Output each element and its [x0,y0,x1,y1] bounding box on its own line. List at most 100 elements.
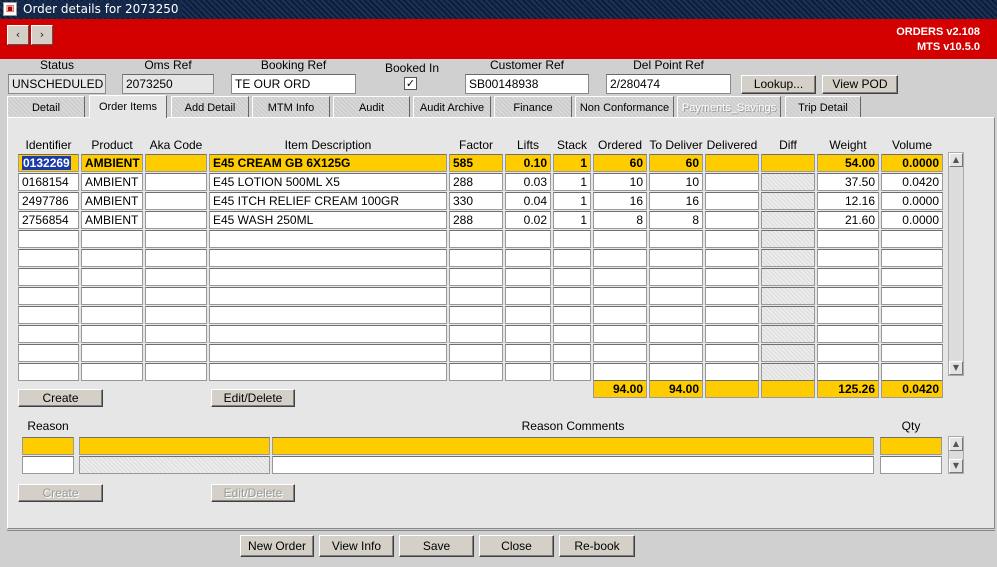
item-cell[interactable] [505,287,551,305]
item-cell[interactable]: E45 WASH 250ML [209,211,447,229]
item-cell[interactable] [553,363,591,381]
item-cell[interactable] [81,325,143,343]
item-cell[interactable] [881,306,943,324]
item-cell[interactable] [881,268,943,286]
tab-detail[interactable]: Detail [7,96,85,117]
item-cell[interactable]: 8 [649,211,703,229]
close-button[interactable]: Close [479,535,554,557]
item-cell[interactable]: E45 CREAM GB 6X125G [209,154,447,172]
item-cell[interactable] [817,344,879,362]
item-cell[interactable] [553,230,591,248]
item-cell[interactable] [145,249,207,267]
reason-qty-cell[interactable] [880,437,942,455]
item-cell[interactable] [145,306,207,324]
reason-desc-cell[interactable] [79,437,270,455]
item-cell[interactable] [145,173,207,191]
item-cell[interactable]: AMBIENT [81,173,143,191]
item-cell[interactable] [649,268,703,286]
item-cell[interactable] [705,325,759,343]
item-cell[interactable] [593,249,647,267]
item-cell[interactable]: 16 [593,192,647,210]
item-cell[interactable] [817,287,879,305]
tab-add-detail[interactable]: Add Detail [171,96,249,117]
reason-qty-cell[interactable] [880,456,942,474]
item-cell[interactable] [145,211,207,229]
del-point-ref-field[interactable]: 2/280474 [606,74,731,94]
booking-ref-field[interactable]: TE OUR ORD [231,74,356,94]
item-cell[interactable] [649,325,703,343]
item-cell[interactable]: 0.0000 [881,211,943,229]
item-cell[interactable] [705,230,759,248]
item-cell[interactable] [881,249,943,267]
item-cell[interactable] [145,154,207,172]
item-cell[interactable] [881,363,943,381]
item-cell[interactable] [593,344,647,362]
item-cell[interactable] [449,306,503,324]
item-cell[interactable]: 8 [593,211,647,229]
item-cell[interactable]: E45 ITCH RELIEF CREAM 100GR [209,192,447,210]
item-cell[interactable] [145,363,207,381]
item-cell[interactable] [761,192,815,210]
item-cell[interactable] [553,306,591,324]
item-cell[interactable] [209,306,447,324]
item-cell[interactable] [18,363,79,381]
item-cell[interactable] [553,287,591,305]
item-cell[interactable] [705,268,759,286]
item-cell[interactable] [881,230,943,248]
reason-code-cell[interactable] [22,456,74,474]
item-cell[interactable]: 60 [649,154,703,172]
rebook-button[interactable]: Re-book [559,535,635,557]
item-cell[interactable]: 0.10 [505,154,551,172]
tab-mtm-info[interactable]: MTM Info [252,96,330,117]
item-cell[interactable] [761,173,815,191]
item-cell[interactable] [649,287,703,305]
items-scrollbar[interactable]: ▲ ▼ [948,152,964,376]
item-cell[interactable] [505,363,551,381]
item-cell[interactable] [145,192,207,210]
save-button[interactable]: Save [399,535,474,557]
item-cell[interactable] [881,344,943,362]
item-cell[interactable] [209,230,447,248]
item-cell[interactable] [593,287,647,305]
item-cell[interactable] [881,325,943,343]
tab-trip-detail[interactable]: Trip Detail [785,96,861,117]
item-cell[interactable] [761,287,815,305]
item-cell[interactable] [761,268,815,286]
item-cell[interactable] [449,287,503,305]
item-cell[interactable]: 288 [449,173,503,191]
scroll-up-icon[interactable]: ▲ [949,437,963,451]
item-cell[interactable] [18,287,79,305]
item-cell[interactable]: 1 [553,154,591,172]
item-cell[interactable] [705,287,759,305]
item-cell[interactable] [761,154,815,172]
reasons-scrollbar[interactable]: ▲ ▼ [948,436,964,474]
item-cell[interactable] [553,268,591,286]
lookup-button[interactable]: Lookup... [741,75,816,94]
item-cell[interactable] [649,230,703,248]
item-cell[interactable]: 0168154 [18,173,79,191]
item-cell[interactable] [209,344,447,362]
item-cell[interactable] [817,306,879,324]
item-cell[interactable] [761,211,815,229]
item-cell[interactable] [505,325,551,343]
edit-delete-item-button[interactable]: Edit/Delete [211,389,295,407]
item-cell[interactable] [761,363,815,381]
item-cell[interactable] [593,363,647,381]
item-cell[interactable]: E45 LOTION 500ML X5 [209,173,447,191]
item-cell[interactable] [817,268,879,286]
item-cell[interactable]: 60 [593,154,647,172]
item-cell[interactable] [593,325,647,343]
forward-button[interactable]: › [31,25,53,45]
scroll-down-icon[interactable]: ▼ [949,459,963,473]
item-cell[interactable] [705,344,759,362]
item-cell[interactable] [449,363,503,381]
item-cell[interactable] [18,230,79,248]
item-cell[interactable] [449,268,503,286]
item-cell[interactable] [81,306,143,324]
item-cell[interactable] [449,344,503,362]
item-cell[interactable] [817,249,879,267]
item-cell[interactable]: 0.02 [505,211,551,229]
item-cell[interactable] [593,230,647,248]
item-cell[interactable]: 2497786 [18,192,79,210]
item-cell[interactable]: 0132269 [18,154,79,172]
